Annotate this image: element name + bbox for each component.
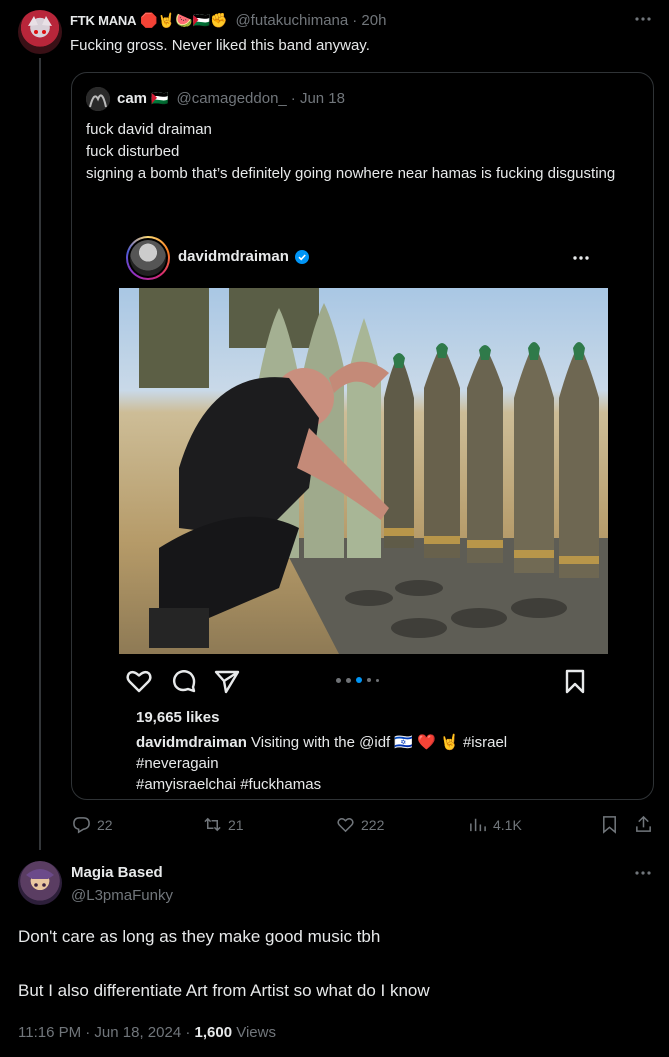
- ig-photo[interactable]: [119, 288, 608, 654]
- thread-line: [39, 58, 41, 850]
- quoted-time: · Jun 18: [290, 90, 345, 107]
- instagram-post[interactable]: davidmdraiman 19,665 likes davidmdraiman…: [109, 227, 618, 793]
- quoted-tweet[interactable]: cam 🇵🇸 @camageddon_ · Jun 18 fuck david …: [71, 72, 654, 800]
- ig-comment-button[interactable]: [170, 667, 198, 700]
- artillery-shells-photo: [139, 288, 608, 654]
- like-stat[interactable]: 222: [336, 815, 384, 834]
- carousel-dot: [346, 677, 351, 683]
- more-button[interactable]: [634, 864, 652, 887]
- comment-icon: [172, 670, 196, 693]
- more-dots-icon: [635, 871, 651, 875]
- tweet-reply: Magia Based @L3pmaFunky Don't care as lo…: [0, 850, 669, 1057]
- avatar-art-icon: [26, 869, 54, 887]
- ig-hashtag[interactable]: #amyisraelchai #fuckhamas: [136, 776, 321, 793]
- tweet-timestamp[interactable]: 11:16 PM · Jun 18, 2024 ·: [18, 1024, 190, 1041]
- heart-icon: [126, 670, 152, 693]
- quoted-line: fuck disturbed: [86, 143, 180, 160]
- ig-save-button[interactable]: [561, 667, 589, 700]
- tweet-text-line: But I also differentiate Art from Artist…: [18, 981, 430, 1000]
- ig-hashtag[interactable]: #israel: [463, 734, 507, 751]
- author-avatar[interactable]: [18, 861, 62, 905]
- ig-hashtag[interactable]: #neveragain: [136, 755, 219, 772]
- carousel-dot-active: [356, 677, 362, 683]
- tweet-main: FTK MANA 🛑🤘🍉🇵🇸✊ @futakuchimana · 20h Fuc…: [0, 0, 669, 850]
- ig-caption-text: Visiting with the @idf 🇮🇱 ❤️ 🤘: [251, 734, 459, 751]
- carousel-dot: [376, 678, 379, 682]
- author-name[interactable]: FTK MANA: [70, 13, 136, 28]
- ig-caption-user[interactable]: davidmdraiman: [136, 734, 247, 751]
- ig-like-button[interactable]: [125, 667, 153, 700]
- tweet-time[interactable]: · 20h: [352, 12, 386, 29]
- views-count: 1,600: [194, 1024, 233, 1041]
- ig-likes-count[interactable]: 19,665 likes: [136, 709, 219, 726]
- ig-carousel-dots: [336, 677, 379, 683]
- quoted-handle: @camageddon_: [176, 90, 287, 107]
- quoted-line: signing a bomb that’s definitely going n…: [86, 165, 616, 182]
- tweet-text-line: Don't care as long as they make good mus…: [18, 927, 381, 946]
- views-count: 4.1K: [493, 816, 522, 833]
- reply-count: 22: [97, 816, 113, 833]
- verified-badge-icon: [294, 249, 309, 264]
- carousel-dot: [367, 678, 371, 682]
- ig-username[interactable]: davidmdraiman: [178, 248, 289, 265]
- tweet-text: Fucking gross. Never liked this band any…: [70, 37, 370, 54]
- retweet-count: 21: [228, 816, 244, 833]
- analytics-icon: [470, 818, 486, 832]
- retweet-stat[interactable]: 21: [203, 815, 244, 834]
- share-plane-icon: [214, 670, 240, 694]
- like-count: 222: [361, 816, 385, 833]
- author-name[interactable]: Magia Based: [71, 864, 163, 881]
- author-handle[interactable]: @L3pmaFunky: [71, 887, 173, 904]
- author-avatar[interactable]: [18, 10, 62, 54]
- ig-avatar[interactable]: [126, 236, 170, 280]
- avatar-art-icon: [28, 16, 52, 34]
- avatar-art-icon: [86, 87, 110, 111]
- heart-icon: [337, 818, 354, 833]
- bookmark-button[interactable]: [600, 815, 619, 834]
- share-button[interactable]: [634, 815, 653, 834]
- quoted-line: fuck david draiman: [86, 121, 212, 138]
- quoted-author-name: cam: [117, 90, 148, 107]
- reply-icon: [73, 817, 90, 834]
- reply-stat[interactable]: 22: [72, 815, 113, 834]
- retweet-icon: [204, 817, 221, 832]
- author-handle[interactable]: @futakuchimana: [235, 12, 348, 29]
- views-label: Views: [236, 1024, 276, 1041]
- bookmark-icon: [603, 816, 616, 834]
- more-dots-icon: [635, 17, 651, 21]
- share-icon: [636, 815, 651, 832]
- ig-caption: davidmdraiman Visiting with the @idf 🇮🇱 …: [136, 732, 606, 795]
- carousel-dot: [336, 677, 341, 683]
- quoted-avatar[interactable]: [86, 87, 110, 111]
- name-emojis: 🛑🤘🍉🇵🇸✊: [140, 12, 228, 28]
- more-button[interactable]: [634, 10, 652, 33]
- tweet-meta: 11:16 PM · Jun 18, 2024 · 1,600 Views: [18, 1024, 276, 1041]
- views-stat[interactable]: 4.1K: [468, 815, 522, 834]
- quoted-name-emoji: 🇵🇸: [151, 90, 169, 106]
- more-dots-icon: [573, 256, 589, 260]
- quoted-text: fuck david draiman fuck disturbed signin…: [86, 119, 636, 185]
- ig-share-button[interactable]: [213, 667, 241, 700]
- bookmark-icon: [565, 669, 585, 694]
- ig-more-button[interactable]: [571, 249, 591, 272]
